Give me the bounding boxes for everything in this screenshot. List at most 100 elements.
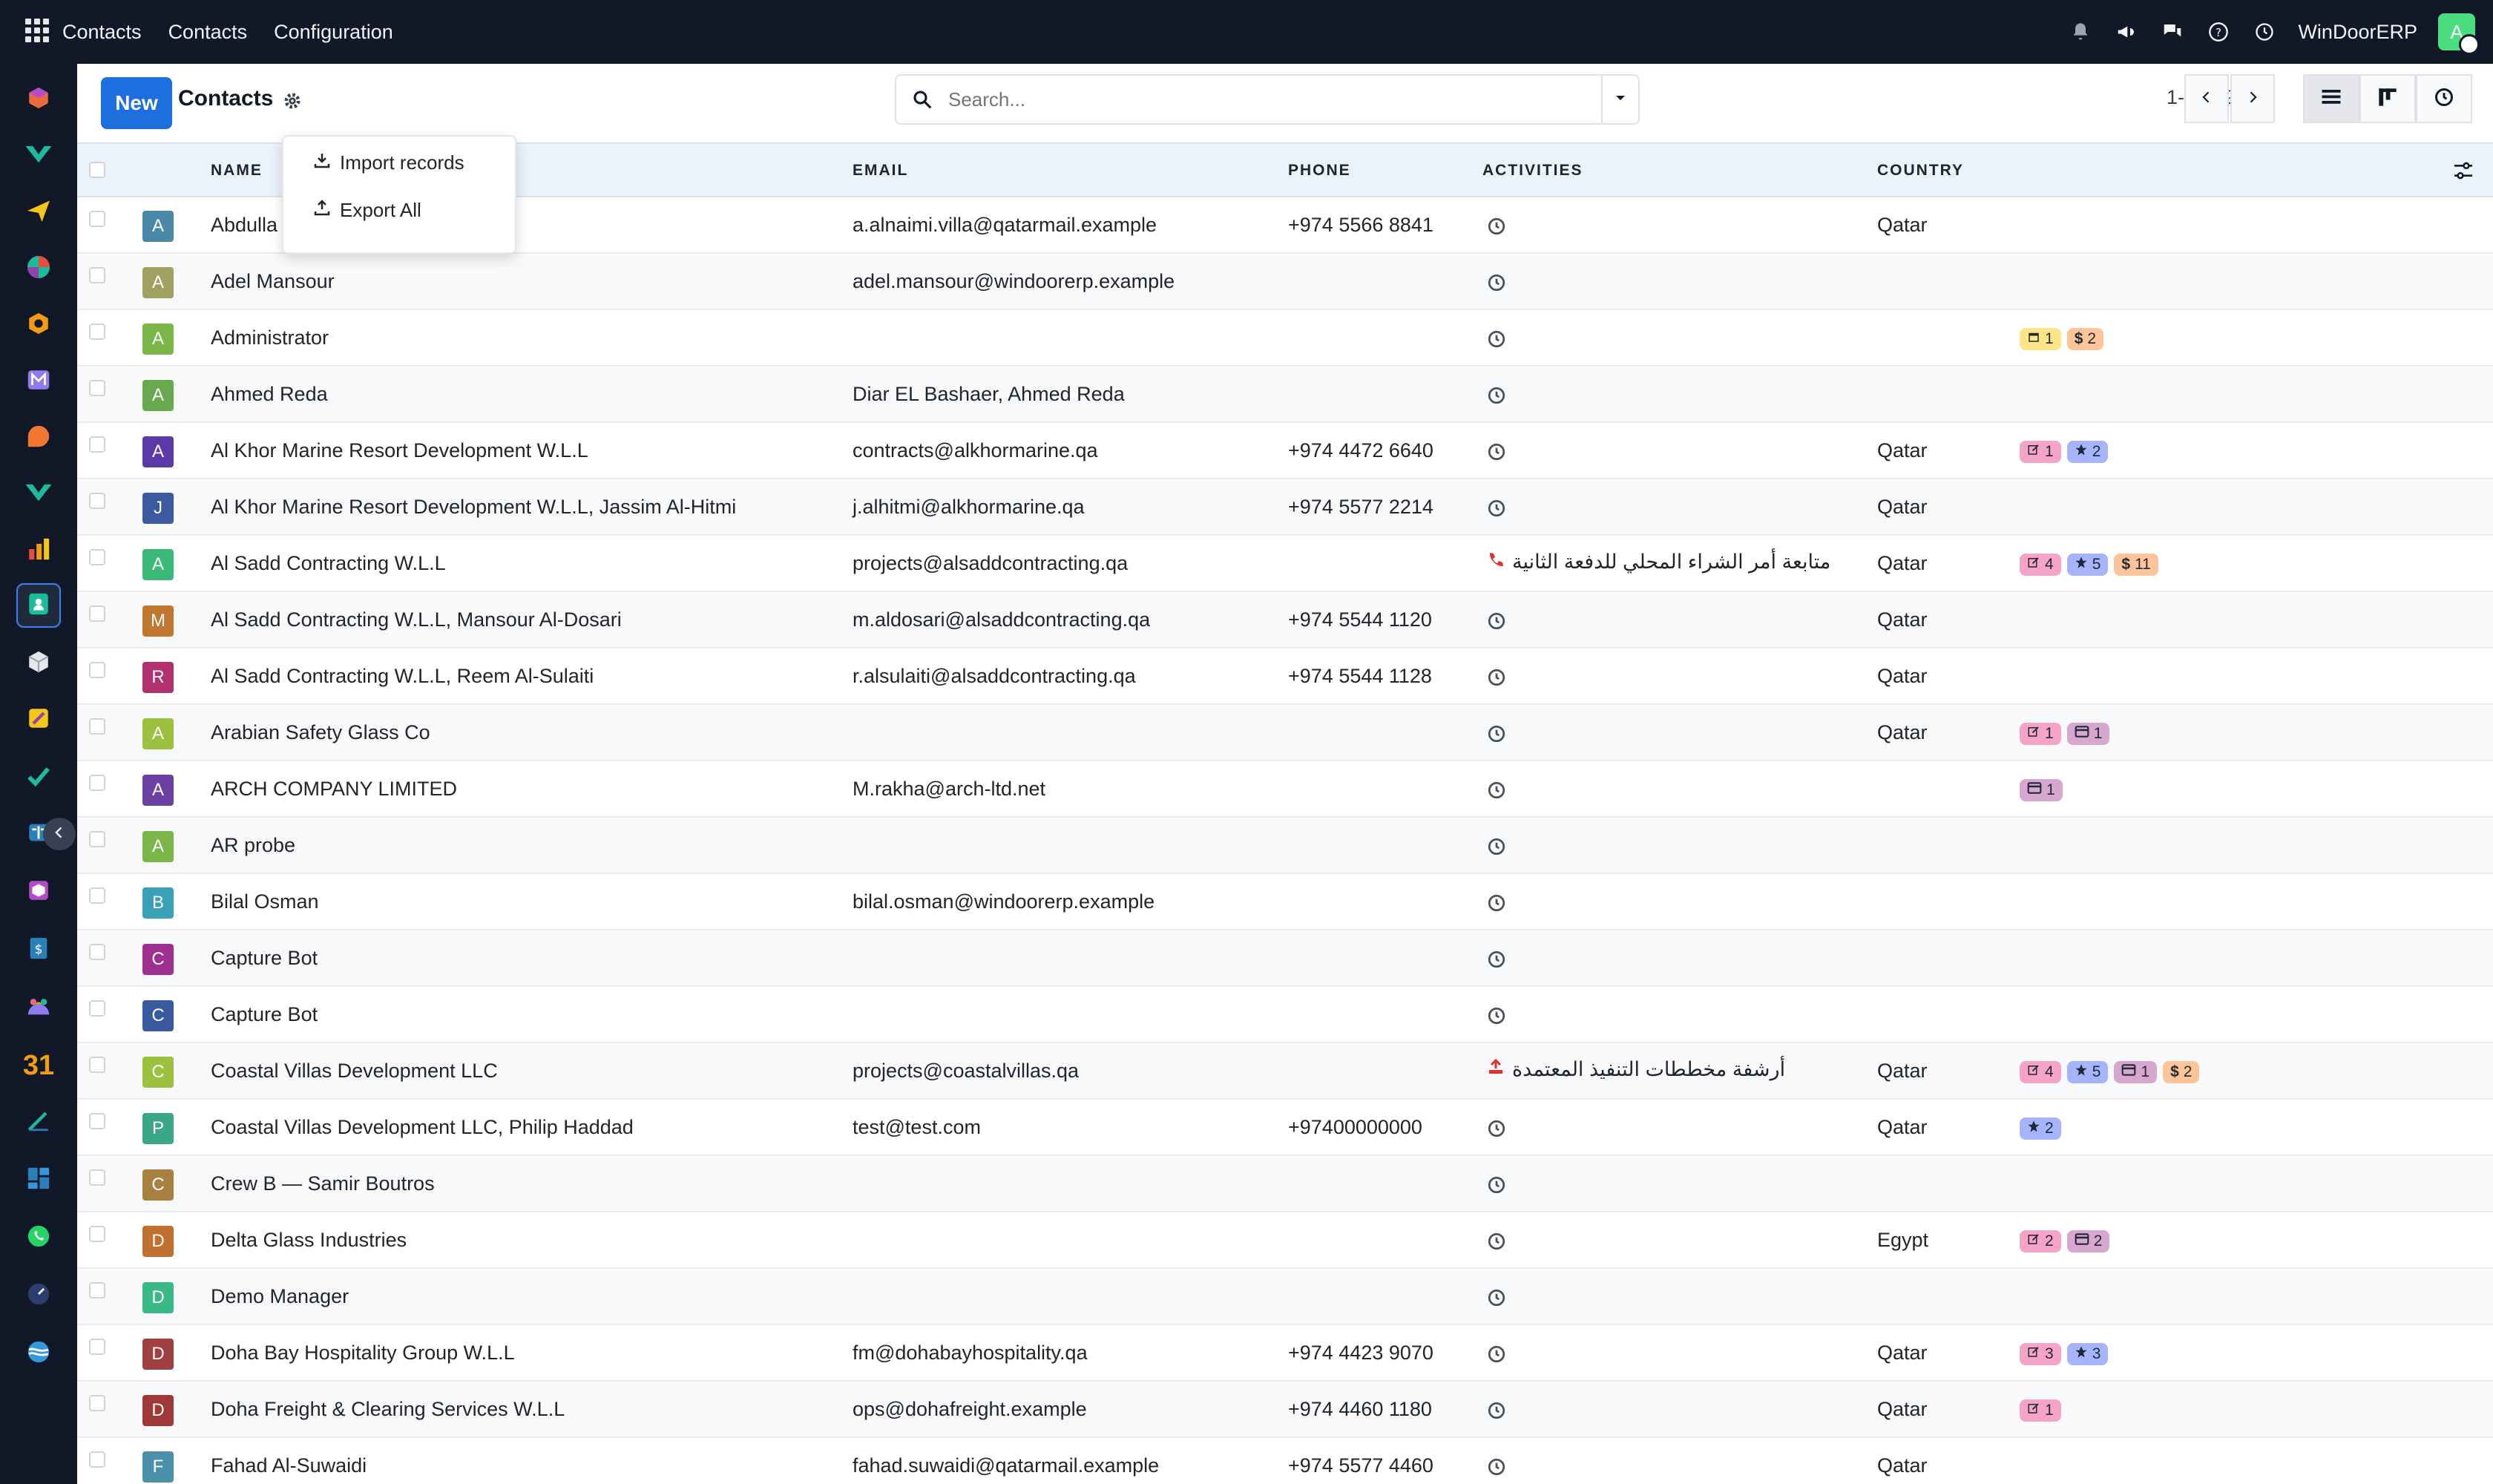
activity-summary[interactable]: أرشفة مخططات التنفيذ المعتمدة	[1487, 1058, 1785, 1081]
activity-clock-icon[interactable]	[1487, 1175, 1506, 1195]
activity-clock-icon[interactable]	[1487, 386, 1506, 405]
stat-badge[interactable]: 5	[2066, 554, 2109, 576]
stat-badge[interactable]: 4	[2020, 554, 2061, 576]
stat-badge[interactable]: 1	[2114, 1061, 2158, 1083]
table-row[interactable]: C Crew B — Samir Boutros	[77, 1156, 2493, 1212]
search-input[interactable]	[948, 77, 1601, 122]
stat-badge[interactable]: 1	[2020, 779, 2063, 801]
sidebar-app-19[interactable]	[16, 1100, 61, 1144]
activity-clock-icon[interactable]	[1487, 893, 1506, 913]
activity-clock-icon[interactable]	[1487, 1345, 1506, 1364]
stat-badge[interactable]: 1	[2020, 1399, 2061, 1422]
sidebar-app-16[interactable]: $	[16, 928, 61, 972]
activity-clock-icon[interactable]	[1487, 950, 1506, 969]
table-row[interactable]: A AR probe	[77, 818, 2493, 874]
activity-clock-icon[interactable]	[1487, 1119, 1506, 1138]
stat-badge[interactable]: 1	[2020, 328, 2061, 350]
select-all-checkbox[interactable]	[89, 162, 105, 178]
stat-badge[interactable]: 1	[2020, 723, 2061, 745]
list-view-button[interactable]	[2303, 74, 2359, 123]
search-options-toggle[interactable]	[1601, 76, 1638, 123]
menu-contacts[interactable]: Contacts	[168, 21, 248, 44]
activity-clock-icon[interactable]	[1487, 837, 1506, 856]
table-row[interactable]: D Doha Freight & Clearing Services W.L.L o…	[77, 1382, 2493, 1438]
sidebar-app-calendar[interactable]: 31	[16, 1043, 61, 1088]
row-checkbox[interactable]	[89, 267, 105, 283]
table-row[interactable]: C Coastal Villas Development LLC projects@…	[77, 1043, 2493, 1100]
sidebar-app-17[interactable]	[16, 985, 61, 1030]
table-row[interactable]: C Capture Bot	[77, 987, 2493, 1043]
sidebar-app-20[interactable]	[16, 1158, 61, 1202]
row-checkbox[interactable]	[89, 1339, 105, 1355]
activity-clock-icon[interactable]	[1487, 499, 1506, 518]
sidebar-app-1[interactable]	[16, 77, 61, 122]
activity-clock-icon[interactable]	[1487, 611, 1506, 631]
activity-clock-icon[interactable]	[1487, 442, 1506, 462]
row-checkbox[interactable]	[89, 1395, 105, 1411]
table-row[interactable]: D Delta Glass Industries Egypt 2 2	[77, 1212, 2493, 1269]
sidebar-app-15[interactable]	[16, 870, 61, 914]
gear-icon[interactable]	[282, 91, 303, 111]
row-checkbox[interactable]	[89, 605, 105, 622]
stat-badge[interactable]: 2	[2020, 1230, 2061, 1252]
row-checkbox[interactable]	[89, 662, 105, 678]
row-checkbox[interactable]	[89, 380, 105, 396]
row-checkbox[interactable]	[89, 1057, 105, 1073]
stat-badge[interactable]: 3	[2020, 1343, 2061, 1365]
activity-clock-icon[interactable]	[1487, 1006, 1506, 1025]
column-activities[interactable]: ACTIVITIES	[1482, 162, 1583, 180]
stat-badge[interactable]: 4	[2020, 1061, 2061, 1083]
sidebar-app-6[interactable]	[16, 359, 61, 404]
bell-icon[interactable]	[2068, 19, 2093, 45]
stat-badge[interactable]: $2	[2066, 328, 2104, 350]
row-checkbox[interactable]	[89, 944, 105, 960]
export-all-item[interactable]: Export All	[313, 199, 421, 222]
row-checkbox[interactable]	[89, 493, 105, 509]
stat-badge[interactable]: 5	[2066, 1061, 2109, 1083]
activity-clock-icon[interactable]	[1487, 1457, 1506, 1477]
table-row[interactable]: A Arabian Safety Glass Co Qatar 1 1	[77, 705, 2493, 761]
pager-previous-button[interactable]	[2184, 74, 2229, 123]
row-checkbox[interactable]	[89, 324, 105, 340]
table-row[interactable]: F Fahad Al-Suwaidi fahad.suwaidi@qatarmail…	[77, 1438, 2493, 1484]
row-checkbox[interactable]	[89, 1169, 105, 1186]
sidebar-app-7[interactable]	[16, 416, 61, 460]
sidebar-app-12[interactable]	[16, 697, 61, 742]
activity-clock-icon[interactable]	[1487, 273, 1506, 292]
stat-badge[interactable]: $11	[2114, 554, 2158, 576]
sidebar-app-3[interactable]	[16, 190, 61, 234]
table-row[interactable]: D Doha Bay Hospitality Group W.L.L fm@doha…	[77, 1325, 2493, 1382]
pager-next-button[interactable]	[2230, 74, 2275, 123]
row-checkbox[interactable]	[89, 549, 105, 565]
table-row[interactable]: B Bilal Osman bilal.osman@windoorerp.examp…	[77, 874, 2493, 930]
sidebar-collapse-button[interactable]	[43, 818, 76, 850]
activity-clock-icon[interactable]	[1487, 1232, 1506, 1251]
sidebar-app-contacts[interactable]	[16, 583, 61, 628]
table-row[interactable]: A Al Khor Marine Resort Development W.L.L…	[77, 423, 2493, 479]
table-row[interactable]: A Al Sadd Contracting W.L.L projects@alsad…	[77, 536, 2493, 592]
kanban-view-button[interactable]	[2359, 74, 2416, 123]
app-grid-icon[interactable]	[25, 19, 49, 42]
activity-view-button[interactable]	[2416, 74, 2472, 123]
sidebar-app-4[interactable]	[16, 246, 61, 291]
stat-badge[interactable]: 2	[2020, 1117, 2061, 1140]
row-checkbox[interactable]	[89, 436, 105, 453]
clock-icon[interactable]	[2252, 19, 2277, 45]
row-checkbox[interactable]	[89, 775, 105, 791]
menu-configuration[interactable]: Configuration	[274, 21, 393, 44]
table-row[interactable]: D Demo Manager	[77, 1269, 2493, 1325]
row-checkbox[interactable]	[89, 211, 105, 227]
stat-badge[interactable]: 3	[2066, 1343, 2109, 1365]
activity-clock-icon[interactable]	[1487, 329, 1506, 349]
company-name[interactable]: WinDoorERP	[2298, 21, 2417, 44]
row-checkbox[interactable]	[89, 1113, 105, 1129]
activity-clock-icon[interactable]	[1487, 1288, 1506, 1307]
row-checkbox[interactable]	[89, 1451, 105, 1468]
row-checkbox[interactable]	[89, 1226, 105, 1242]
column-email[interactable]: EMAIL	[853, 162, 908, 180]
activity-summary[interactable]: متابعة أمر الشراء المحلي للدفعة الثانية	[1487, 551, 1830, 574]
row-checkbox[interactable]	[89, 887, 105, 904]
table-row[interactable]: J Al Khor Marine Resort Development W.L.L…	[77, 479, 2493, 536]
sidebar-app-23[interactable]	[16, 1331, 61, 1376]
sidebar-app-5[interactable]	[16, 303, 61, 347]
